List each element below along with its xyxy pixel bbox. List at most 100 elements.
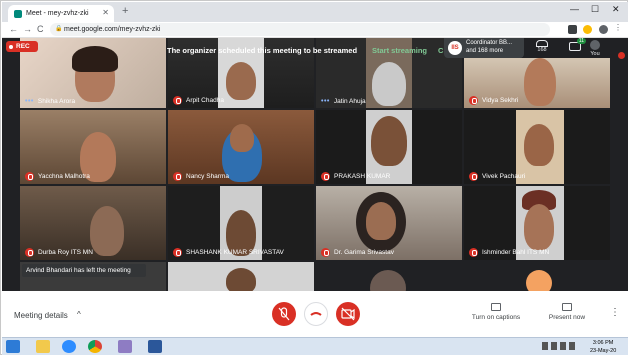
left-meeting-toast: Arvind Bhandari has left the meeting xyxy=(22,264,146,277)
chevron-up-icon[interactable]: ^ xyxy=(77,310,81,319)
clock-date: 23-May-20 xyxy=(590,348,617,354)
participant-tile[interactable]: Yacchna Malhotra xyxy=(20,110,166,184)
browser-tab[interactable]: Meet - mey-zvhz-zki ✕ xyxy=(8,5,114,22)
participant-tile[interactable] xyxy=(464,262,610,291)
windows-taskbar: 3:06 PM 23-May-20 xyxy=(2,337,628,355)
browser-menu-icon[interactable]: ⋮ xyxy=(614,23,623,32)
profile-avatar-icon[interactable] xyxy=(599,25,608,34)
close-tab-icon[interactable]: ✕ xyxy=(102,8,109,17)
word-icon[interactable] xyxy=(148,340,162,353)
self-view[interactable]: You xyxy=(590,40,600,57)
mic-off-icon xyxy=(278,307,290,321)
meeting-details-button[interactable]: Meeting details xyxy=(14,311,68,320)
participant-tile[interactable]: Ishminder Bahl ITS MN xyxy=(464,186,610,260)
participant-tile[interactable]: Vidya Sekhri xyxy=(464,58,610,108)
speaking-indicator-icon: ••• xyxy=(321,98,330,105)
participant-tile[interactable]: Durba Roy ITS MN xyxy=(20,186,166,260)
presenter-pip[interactable]: IIS Coordinator BB... and 168 more xyxy=(444,38,524,58)
lock-icon: 🔒 xyxy=(55,26,63,32)
screen: Meet - mey-zvhz-zki ✕ + — ☐ ✕ ← → C 🔒 me… xyxy=(0,0,628,355)
meet-video-area: ••• Shikha Arora Arpit Chadha ••• Jatin Ah… xyxy=(2,38,628,291)
present-icon xyxy=(562,303,572,311)
recording-indicator: REC xyxy=(6,41,38,52)
participant-name: Vidya Sekhri xyxy=(469,96,518,105)
people-button[interactable]: 168 xyxy=(536,40,548,56)
meet-favicon-icon xyxy=(14,9,22,18)
participant-name: PRAKASH KUMAR xyxy=(321,172,390,181)
record-dot-icon xyxy=(9,44,13,49)
microphone-off-button[interactable] xyxy=(272,302,296,326)
chat-count-badge: 11 xyxy=(576,38,586,44)
mic-off-icon xyxy=(469,248,478,257)
reload-icon[interactable]: C xyxy=(37,24,44,34)
browser-tab-strip: Meet - mey-zvhz-zki ✕ + — ☐ ✕ xyxy=(2,2,628,22)
participant-tile[interactable]: Nancy Sharma xyxy=(168,110,314,184)
new-tab-button[interactable]: + xyxy=(122,5,128,17)
participant-tile[interactable] xyxy=(168,262,314,291)
mic-off-icon xyxy=(173,172,182,181)
participant-name: SHASHANK KUMAR SRIVASTAV xyxy=(173,248,284,257)
cut-off-action-text[interactable]: C xyxy=(438,46,443,55)
window-close-icon[interactable]: ✕ xyxy=(612,4,620,15)
participant-name: ••• Jatin Ahuja xyxy=(321,98,366,105)
clock-time: 3:06 PM xyxy=(592,340,614,346)
network-icon xyxy=(560,342,566,350)
maximize-icon[interactable]: ☐ xyxy=(591,4,599,15)
leave-call-button[interactable] xyxy=(304,302,328,326)
mic-off-icon xyxy=(173,248,182,257)
address-bar[interactable]: 🔒 meet.google.com/mey-zvhz-zki xyxy=(50,23,550,36)
system-clock[interactable]: 3:06 PM 23-May-20 xyxy=(590,339,616,355)
file-explorer-icon[interactable] xyxy=(36,340,50,353)
tray-icon xyxy=(542,342,548,350)
start-streaming-button[interactable]: Start streaming xyxy=(372,46,427,55)
participant-tile[interactable]: SHASHANK KUMAR SRIVASTAV xyxy=(168,186,314,260)
chrome-icon[interactable] xyxy=(88,340,102,353)
participant-name: Nancy Sharma xyxy=(173,172,229,181)
participant-name: Ishminder Bahl ITS MN xyxy=(469,248,549,257)
more-options-icon[interactable]: ⋮ xyxy=(610,307,620,318)
app-icon[interactable] xyxy=(118,340,132,353)
chat-button[interactable]: 11 xyxy=(568,38,586,56)
browser-toolbar: ← → C 🔒 meet.google.com/mey-zvhz-zki ⋮ xyxy=(2,22,628,38)
tab-title: Meet - mey-zvhz-zki xyxy=(26,10,89,17)
participant-name: Dr. Garima Srivastav xyxy=(321,248,394,257)
captions-icon xyxy=(491,303,501,311)
star-icon[interactable] xyxy=(583,25,592,34)
back-icon[interactable]: ← xyxy=(9,24,18,34)
participant-tile[interactable]: Dr. Garima Srivastav xyxy=(316,186,462,260)
participant-name: Vivek Pachauri xyxy=(469,172,525,181)
camera-off-button[interactable] xyxy=(336,302,360,326)
people-icon xyxy=(536,40,548,47)
participant-name: Arpit Chadha xyxy=(173,96,224,105)
hang-up-icon xyxy=(310,312,322,316)
minimize-icon[interactable]: — xyxy=(570,4,579,14)
tray-icon xyxy=(551,342,557,350)
mic-off-icon xyxy=(173,96,182,105)
participant-tile[interactable]: Vivek Pachauri xyxy=(464,110,610,184)
participant-name: Yacchna Malhotra xyxy=(25,172,90,181)
url-text: meet.google.com/mey-zvhz-zki xyxy=(64,26,161,33)
mic-off-icon xyxy=(321,172,330,181)
mic-off-icon xyxy=(469,172,478,181)
present-now-button[interactable]: Present now xyxy=(544,303,590,321)
camera-indicator-icon[interactable] xyxy=(568,25,577,34)
self-avatar xyxy=(590,40,600,50)
notification-badge xyxy=(618,52,625,59)
captions-button[interactable]: Turn on captions xyxy=(468,303,524,321)
system-tray[interactable] xyxy=(542,342,586,351)
participant-tile[interactable]: ••• Shikha Arora xyxy=(20,38,166,108)
speaking-indicator-icon: ••• xyxy=(25,98,34,105)
mic-off-icon xyxy=(321,248,330,257)
volume-icon xyxy=(569,342,575,350)
zoom-app-icon[interactable] xyxy=(62,340,76,353)
participant-tile[interactable] xyxy=(316,262,462,291)
participant-tile[interactable]: PRAKASH KUMAR xyxy=(316,110,462,184)
forward-icon[interactable]: → xyxy=(23,24,32,34)
participant-name: Durba Roy ITS MN xyxy=(25,248,93,257)
start-button-icon[interactable] xyxy=(6,340,20,353)
mic-off-icon xyxy=(469,96,478,105)
mic-off-icon xyxy=(25,248,34,257)
meeting-controls-bar: Meeting details ^ Turn on captions Prese… xyxy=(2,291,628,337)
organization-logo-icon: IIS xyxy=(448,41,462,55)
camera-off-icon xyxy=(341,307,355,321)
